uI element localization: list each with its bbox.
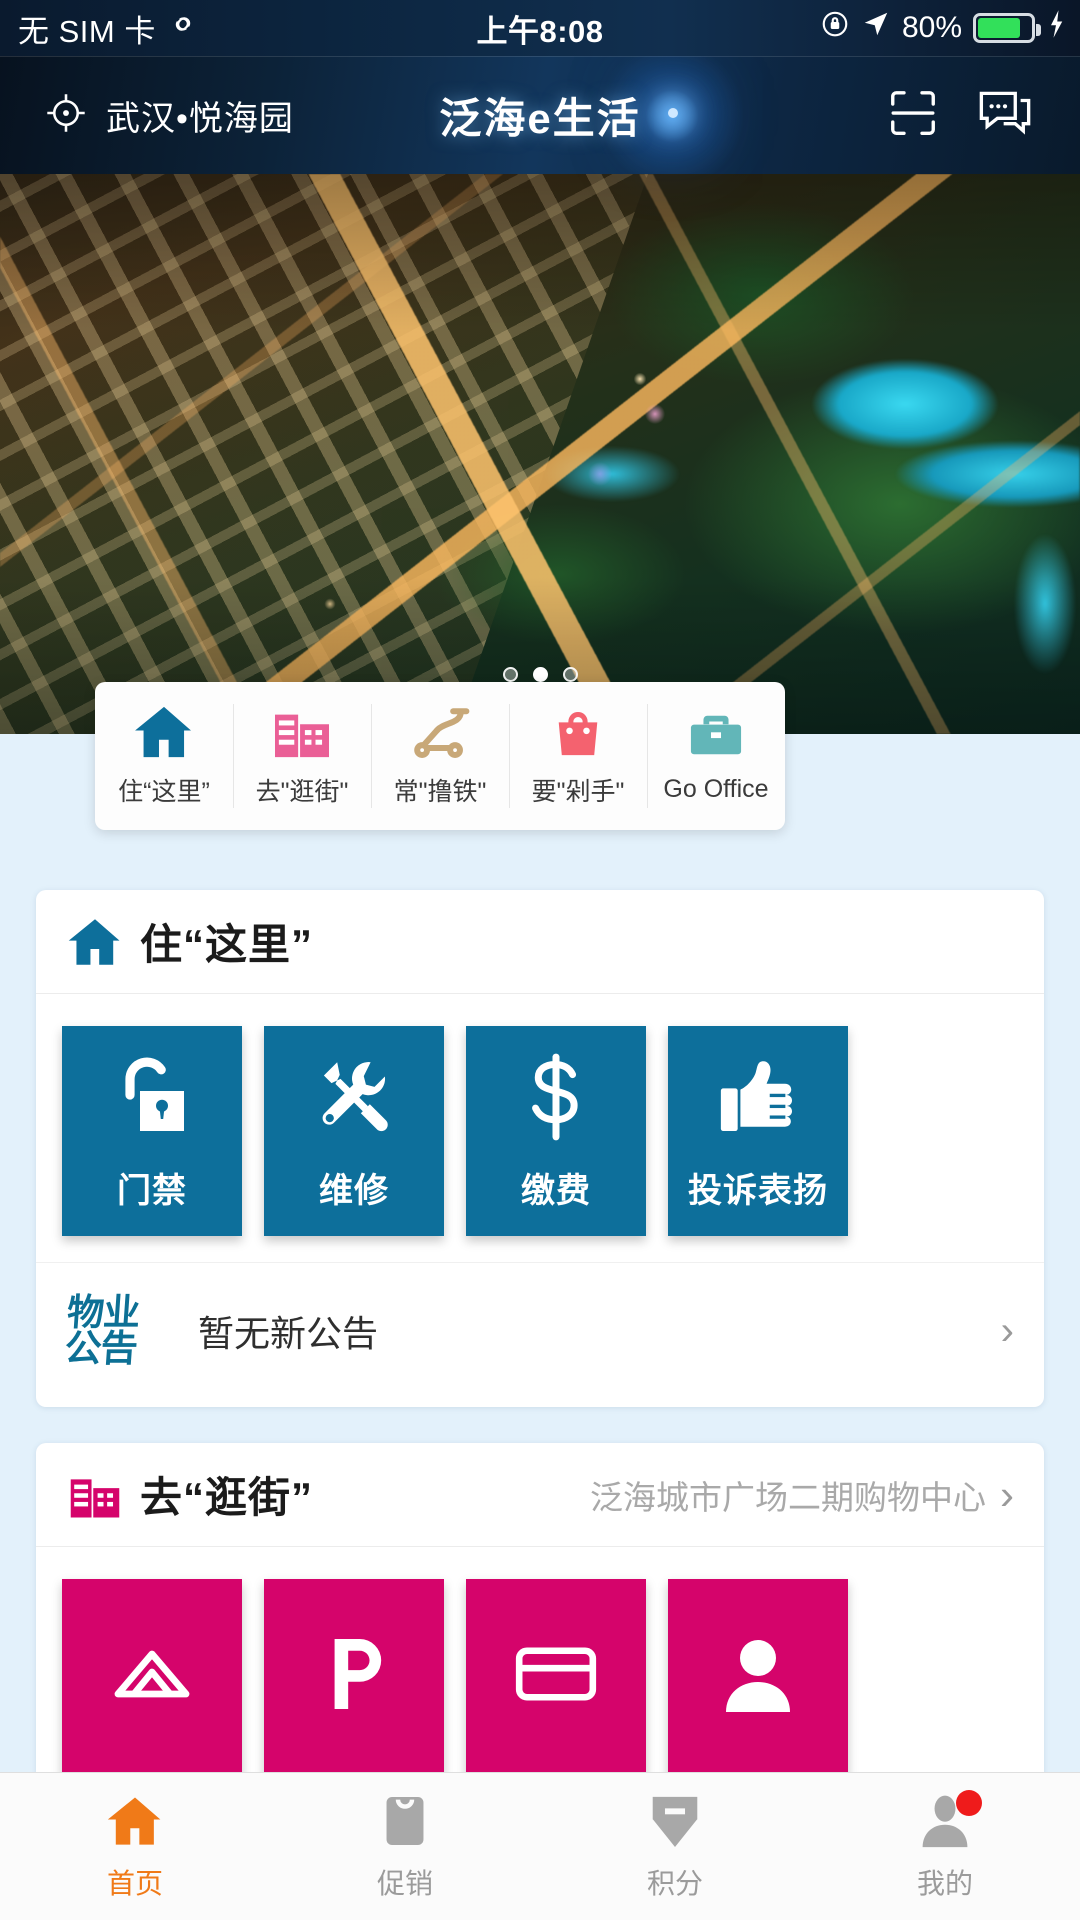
parking-icon	[321, 1628, 387, 1720]
header-actions	[886, 86, 1080, 145]
notice-badge-line1: 物业	[65, 1290, 141, 1334]
carousel-dot[interactable]	[562, 667, 578, 682]
tab-label: 积分	[646, 1867, 703, 1899]
movie-icon	[110, 1628, 194, 1720]
shopping-card: 去“逛街” 泛海城市广场二期购物中心 ›	[36, 1443, 1044, 1815]
community-name: 武汉•悦海园	[106, 99, 294, 138]
live-here-title: 住“这里”	[140, 921, 314, 968]
shopping-mall-link[interactable]: 泛海城市广场二期购物中心 ›	[590, 1471, 1014, 1519]
live-here-card: 住“这里” 门禁 维修 缴费 投诉表扬 物业 公告 暂无新公告 ›	[36, 890, 1044, 1407]
tile-card[interactable]	[466, 1579, 646, 1789]
tab-points[interactable]: 积分	[540, 1773, 810, 1920]
quick-access-item-shopping[interactable]: 去"逛街"	[233, 682, 371, 830]
home-icon	[133, 705, 195, 759]
person-icon	[722, 1628, 794, 1720]
tile-repair[interactable]: 维修	[264, 1026, 444, 1236]
points-icon	[649, 1792, 701, 1850]
carousel-dot[interactable]	[502, 667, 518, 682]
building-icon	[66, 1470, 124, 1520]
tile-label: 门禁	[117, 1171, 187, 1210]
tile-payment[interactable]: 缴费	[466, 1026, 646, 1236]
tab-home[interactable]: 首页	[0, 1773, 270, 1920]
quick-access-item-buy[interactable]: 要"剁手"	[509, 682, 647, 830]
home-icon	[66, 917, 124, 967]
tab-label: 我的	[916, 1867, 973, 1899]
quick-access-item-go-office[interactable]: Go Office	[647, 682, 785, 830]
location-arrow-icon	[861, 9, 891, 47]
shopping-title: 去“逛街”	[140, 1474, 314, 1521]
tab-label: 促销	[376, 1867, 433, 1899]
tile-label: 缴费	[521, 1171, 591, 1210]
tile-access-control[interactable]: 门禁	[62, 1026, 242, 1236]
quick-access-label: 去"逛街"	[255, 777, 349, 806]
property-notice-text: 暂无新公告	[198, 1313, 379, 1354]
dollar-icon	[519, 1051, 593, 1143]
user-icon	[918, 1789, 982, 1850]
banner-vignette	[0, 174, 1080, 734]
quick-access-item-live-here[interactable]: 住“这里”	[95, 682, 233, 830]
tile-complaint-praise[interactable]: 投诉表扬	[668, 1026, 848, 1236]
lightning-bolt-icon	[1046, 9, 1066, 47]
tile-label: 投诉表扬	[688, 1171, 828, 1210]
shopping-card-header[interactable]: 去“逛街” 泛海城市广场二期购物中心 ›	[36, 1443, 1044, 1547]
scan-qr-icon[interactable]	[886, 86, 940, 145]
live-here-card-header[interactable]: 住“这里”	[36, 890, 1044, 994]
handbag-icon	[550, 705, 606, 759]
notice-badge-line2: 公告	[63, 1327, 139, 1370]
tab-label: 首页	[106, 1867, 163, 1899]
quick-access-label: Go Office	[663, 775, 769, 803]
property-notice-row[interactable]: 物业 公告 暂无新公告 ›	[36, 1262, 1044, 1407]
notification-badge	[956, 1789, 982, 1816]
bottom-tab-bar: 首页 促销 积分 我的	[0, 1772, 1080, 1920]
briefcase-icon	[687, 708, 745, 762]
page-scroll-area[interactable]: 住“这里” 去"逛街" 常"撸铁" 要"剁手" Go Office 住“这里” …	[0, 174, 1080, 1920]
home-icon	[106, 1792, 164, 1850]
rotation-lock-icon	[820, 9, 850, 47]
tab-promotions[interactable]: 促销	[270, 1773, 540, 1920]
status-bar: 无 SIM 卡 上午8:08 80%	[0, 0, 1080, 56]
battery-percent-label: 80%	[901, 11, 962, 44]
tile-parking[interactable]	[264, 1579, 444, 1789]
quick-access-label: 常"撸铁"	[393, 777, 487, 806]
chevron-right-icon[interactable]: ›	[1000, 1473, 1014, 1516]
quick-access-label: 要"剁手"	[531, 777, 625, 806]
status-bar-right: 80%	[820, 9, 1080, 47]
chevron-right-icon[interactable]: ›	[1001, 1309, 1014, 1354]
community-selector[interactable]: 武汉•悦海园	[0, 91, 294, 140]
shopping-subtitle: 泛海城市广场二期购物中心	[590, 1478, 986, 1516]
card-icon	[513, 1628, 599, 1720]
quick-access-label: 住“这里”	[118, 777, 210, 806]
location-target-icon	[44, 91, 88, 140]
thumbs-up-icon	[715, 1051, 801, 1143]
tile-label: 维修	[319, 1171, 389, 1210]
tab-profile[interactable]: 我的	[810, 1773, 1080, 1920]
tile-member[interactable]	[668, 1579, 848, 1789]
app-header: 武汉•悦海园 泛海e生活	[0, 56, 1080, 174]
building-icon	[273, 705, 331, 759]
hero-banner-carousel[interactable]	[0, 174, 1080, 734]
quick-access-bar: 住“这里” 去"逛街" 常"撸铁" 要"剁手" Go Office	[95, 682, 785, 830]
bag-icon	[381, 1792, 429, 1850]
unlock-icon	[110, 1051, 194, 1143]
live-here-tiles: 门禁 维修 缴费 投诉表扬	[36, 994, 1044, 1262]
quick-access-item-gym[interactable]: 常"撸铁"	[371, 682, 509, 830]
battery-icon	[973, 13, 1041, 43]
treadmill-icon	[408, 705, 472, 759]
message-bubble-icon[interactable]	[976, 86, 1034, 145]
carousel-dot-active[interactable]	[532, 667, 548, 682]
property-notice-badge: 物业 公告	[63, 1289, 165, 1373]
tile-cinema[interactable]	[62, 1579, 242, 1789]
carousel-dots[interactable]	[0, 667, 1080, 682]
tools-icon	[311, 1051, 397, 1143]
